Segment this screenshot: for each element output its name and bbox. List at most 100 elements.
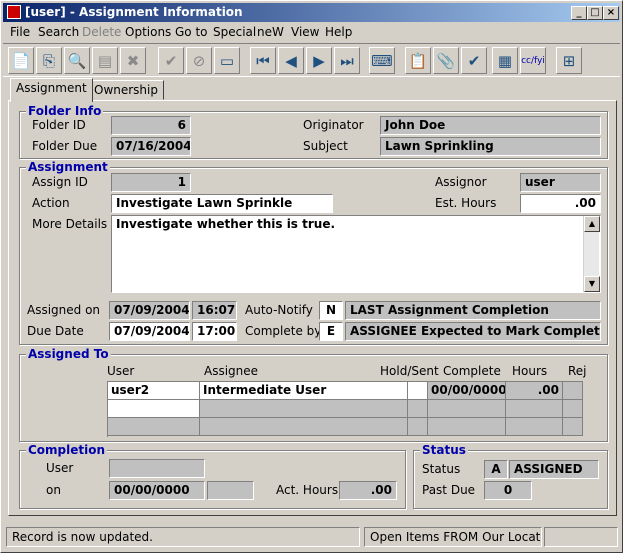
table-row-assignee[interactable]: Intermediate User [200, 382, 408, 400]
action-label: Action [32, 196, 70, 210]
menu-search[interactable]: Search [38, 25, 79, 39]
tab-ownership[interactable]: Ownership [88, 80, 164, 100]
status-extra [544, 527, 618, 547]
menu-special[interactable]: Special [213, 25, 256, 39]
next-record-icon[interactable]: ▶ [306, 47, 332, 74]
assigned-on-label: Assigned on [27, 303, 101, 317]
auto-notify-label: Auto-Notify [245, 303, 313, 317]
act-hours-field: .00 [339, 481, 397, 500]
completion-title: Completion [26, 443, 108, 457]
scroll-up-icon[interactable]: ▲ [584, 216, 600, 232]
complete-by-code[interactable]: E [319, 322, 343, 341]
due-time-input[interactable]: 17:00 [192, 322, 237, 341]
app-window: [user] - Assignment Information _ □ × Fi… [0, 0, 623, 553]
menu-new[interactable]: neW [257, 25, 284, 39]
table-row-empty [408, 418, 428, 436]
table-row-empty [428, 400, 506, 418]
form-icon[interactable]: ▦ [492, 47, 518, 74]
subject-field: Lawn Sprinkling [380, 137, 601, 156]
complete-by-text: ASSIGNEE Expected to Mark Complete [345, 322, 601, 341]
menu-help[interactable]: Help [325, 25, 352, 39]
past-due-field: 0 [484, 481, 532, 500]
window-title: [user] - Assignment Information [25, 5, 243, 19]
folder-id-field: 6 [111, 116, 191, 135]
more-details-textarea[interactable]: Investigate whether this is true. [111, 215, 601, 293]
toolbar: 📄 ⎘ 🔍 ▤ ✖ ✔ ⊘ ▭ ⏮ ◀ ▶ ⏭ ⌨ 📋 📎 ✔ ▦ cc/fyi… [3, 43, 620, 77]
est-hours-label: Est. Hours [435, 196, 497, 210]
status-group: Status [413, 443, 608, 509]
copy-doc-icon[interactable]: ⎘ [36, 47, 62, 74]
title-bar: [user] - Assignment Information _ □ × [3, 3, 620, 22]
prev-record-icon[interactable]: ◀ [278, 47, 304, 74]
notepad-icon[interactable]: 📋 [405, 47, 431, 74]
completion-on-date: 00/00/0000 [109, 481, 205, 500]
assigned-on-time: 16:07 [192, 301, 237, 320]
cc-fyi-icon[interactable]: cc/fyi [520, 47, 546, 74]
approve-icon[interactable]: ✔ [461, 47, 487, 74]
completion-group: Completion [19, 443, 406, 509]
completion-user-label: User [46, 461, 74, 475]
tab-assignment[interactable]: Assignment [10, 78, 93, 102]
new-doc-icon[interactable]: 📄 [8, 47, 34, 74]
action-input[interactable]: Investigate Lawn Sprinkle [111, 194, 333, 213]
folder-id-label: Folder ID [32, 118, 86, 132]
past-due-label: Past Due [422, 483, 476, 497]
table-row-empty [563, 418, 583, 436]
table-row-empty [200, 418, 408, 436]
menu-delete[interactable]: Delete [82, 25, 121, 39]
assigned-to-grid: user2 Intermediate User 00/00/0000 .00 [107, 381, 583, 437]
check-icon[interactable]: ✔ [158, 47, 184, 74]
table-row-rej [563, 382, 583, 400]
completion-on-time [207, 481, 254, 500]
col-assignee: Assignee [204, 364, 259, 378]
scroll-down-icon[interactable]: ▼ [584, 276, 600, 292]
status-code: A [484, 460, 508, 479]
table-row-empty [563, 400, 583, 418]
table-row-hold[interactable] [408, 382, 428, 400]
col-complete: Complete [443, 364, 501, 378]
assignor-label: Assignor [435, 175, 487, 189]
assigned-to-title: Assigned To [26, 347, 111, 361]
details-scrollbar[interactable]: ▲ ▼ [583, 216, 600, 292]
table-row-empty [108, 418, 200, 436]
maximize-icon[interactable]: □ [587, 6, 603, 20]
last-record-icon[interactable]: ⏭ [334, 47, 360, 74]
due-date-input[interactable]: 07/09/2004 [109, 322, 190, 341]
table-row-empty-user[interactable] [108, 400, 200, 418]
delete-x-icon[interactable]: ✖ [120, 47, 146, 74]
table-row-empty [200, 400, 408, 418]
auto-notify-text: LAST Assignment Completion [345, 301, 601, 320]
table-row-empty [506, 400, 563, 418]
originator-label: Originator [303, 118, 364, 132]
status-label: Status [422, 462, 461, 476]
attach-clip-icon[interactable]: 📎 [433, 47, 459, 74]
keyboard-icon[interactable]: ⌨ [369, 47, 395, 74]
first-record-icon[interactable]: ⏮ [250, 47, 276, 74]
cancel-circle-icon[interactable]: ⊘ [186, 47, 212, 74]
complete-by-label: Complete by [245, 324, 322, 338]
menu-goto[interactable]: Go to [175, 25, 208, 39]
auto-notify-code[interactable]: N [319, 301, 343, 320]
table-row-user[interactable]: user2 [108, 382, 200, 400]
col-hold-sent: Hold/Sent [380, 364, 439, 378]
menu-options[interactable]: Options [125, 25, 171, 39]
close-icon[interactable]: × [603, 6, 619, 20]
subject-label: Subject [303, 139, 348, 153]
menu-view[interactable]: View [291, 25, 319, 39]
minimize-icon[interactable]: _ [571, 6, 587, 20]
originator-field: John Doe [380, 116, 601, 135]
app-icon [7, 5, 21, 19]
assigned-on-date: 07/09/2004 [109, 301, 190, 320]
hierarchy-icon[interactable]: ⊞ [556, 47, 582, 74]
table-row-complete: 00/00/0000 [428, 382, 506, 400]
preview-icon[interactable]: 🔍 [64, 47, 90, 74]
folder-due-label: Folder Due [32, 139, 98, 153]
menu-file[interactable]: File [10, 25, 30, 39]
table-row-empty [408, 400, 428, 418]
menu-bar: File Search Delete Options Go to Special… [3, 22, 620, 42]
est-hours-input[interactable]: .00 [520, 194, 601, 213]
print-preview-icon[interactable]: ▤ [92, 47, 118, 74]
assign-id-label: Assign ID [32, 175, 88, 189]
printer-icon[interactable]: ▭ [214, 47, 240, 74]
table-row-empty [506, 418, 563, 436]
